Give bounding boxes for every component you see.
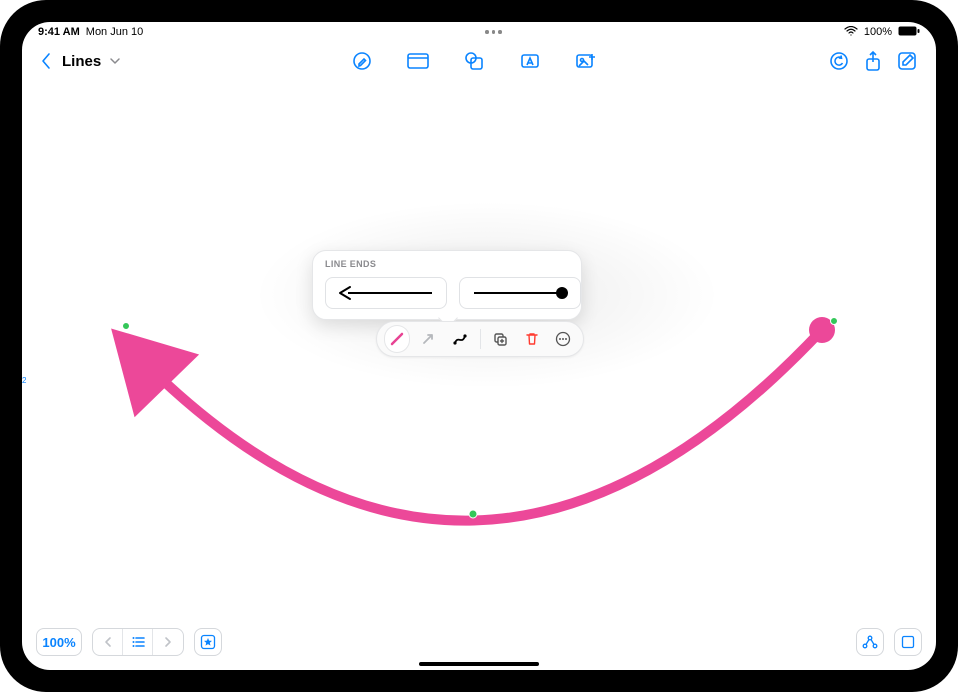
chevron-down-icon [109,55,121,67]
bottom-left-controls: 100% [36,628,222,656]
device-frame: 9:41 AM Mon Jun 10 100% [0,0,958,692]
curve-icon [452,331,468,347]
ctx-duplicate-button[interactable] [488,326,512,352]
doc-menu-button[interactable] [107,46,123,76]
toolbar: Lines [22,42,936,80]
chevron-right-icon [163,636,173,648]
line-end-left-option[interactable] [325,277,447,309]
line-style-icon [389,331,405,347]
back-button[interactable] [36,46,56,76]
dot-icon [498,30,502,34]
status-date: Mon Jun 10 [86,26,143,38]
duplicate-icon [492,331,508,347]
multitask-indicator[interactable] [143,30,844,34]
edit-button[interactable] [892,46,922,76]
page-nav [92,628,184,656]
undo-icon [829,51,849,71]
chevron-left-icon [40,52,52,70]
home-indicator[interactable] [419,662,539,666]
insert-shape-button[interactable] [459,46,489,76]
share-button[interactable] [858,46,888,76]
line-end-right-option[interactable] [459,277,581,309]
dot-right-glyph [470,285,570,301]
format-pen-button[interactable] [347,46,377,76]
arrow-diag-icon [420,331,436,347]
media-icon [575,51,597,71]
more-icon [555,331,571,347]
canvas[interactable]: 2 LINE ENDS [22,80,936,670]
rectangle-icon [901,635,915,649]
dot-icon [485,30,489,34]
status-bar: 9:41 AM Mon Jun 10 100% [22,22,936,42]
insert-text-button[interactable] [515,46,545,76]
insert-table-button[interactable] [403,46,433,76]
fit-screen-button[interactable] [894,628,922,656]
ctx-curve-button[interactable] [448,326,472,352]
trash-icon [524,331,540,347]
node-tool-button[interactable] [856,628,884,656]
doc-title[interactable]: Lines [62,53,101,70]
favorite-button[interactable] [194,628,222,656]
chevron-left-icon [103,636,113,648]
arrow-left-glyph [336,285,436,301]
share-icon [864,50,882,72]
insert-media-button[interactable] [571,46,601,76]
edit-icon [897,51,917,71]
selection-handle-end[interactable] [831,318,838,325]
page-prev-button[interactable] [93,629,123,655]
ctx-style-button[interactable] [385,326,409,352]
context-toolbar [376,321,584,357]
ctx-delete-button[interactable] [520,326,544,352]
undo-button[interactable] [824,46,854,76]
table-icon [407,52,429,70]
textbox-icon [520,51,540,71]
screen: 9:41 AM Mon Jun 10 100% [22,22,936,670]
page-list-button[interactable] [123,629,153,655]
ctx-more-button[interactable] [551,326,575,352]
page-next-button[interactable] [153,629,183,655]
selection-handle-start[interactable] [123,323,130,330]
line-ends-popover: LINE ENDS [312,250,582,320]
bottom-right-controls [856,628,922,656]
star-icon [200,634,216,650]
drawn-line[interactable] [22,80,936,670]
dot-icon [492,30,496,34]
selection-handle-mid[interactable] [469,510,477,518]
ctx-arrow-button[interactable] [417,326,441,352]
pen-circle-icon [352,51,372,71]
separator [480,329,481,349]
nodes-icon [862,635,878,649]
shape-icon [464,51,484,71]
status-time: 9:41 AM [38,26,80,38]
battery-percent: 100% [864,26,892,38]
wifi-icon [844,26,858,39]
popover-title: LINE ENDS [325,259,569,269]
battery-icon [898,26,920,39]
list-icon [131,636,145,648]
zoom-button[interactable]: 100% [36,628,82,656]
